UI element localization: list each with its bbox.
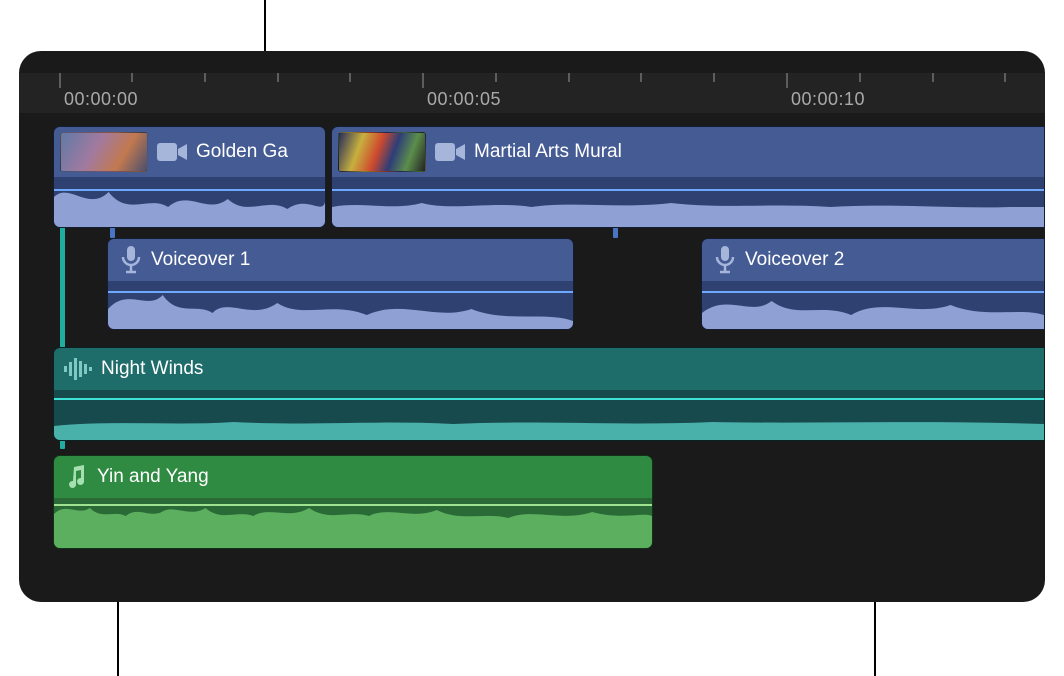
- waveform: [332, 177, 1044, 227]
- clip-label: Yin and Yang: [97, 466, 209, 488]
- voiceover-clip-1[interactable]: Voiceover 1: [107, 238, 574, 330]
- mic-icon: [714, 246, 736, 274]
- video-clip-1[interactable]: Golden Ga: [53, 126, 326, 228]
- callout-line-top: [264, 0, 266, 52]
- clip-label: Golden Ga: [196, 141, 288, 163]
- clip-thumbnail: [338, 132, 426, 172]
- clip-label: Martial Arts Mural: [474, 141, 622, 163]
- sound-bars-icon: [64, 358, 92, 380]
- music-clip[interactable]: Yin and Yang: [53, 455, 653, 549]
- camera-icon: [435, 141, 465, 163]
- voiceover-clip-2[interactable]: Voiceover 2: [701, 238, 1045, 330]
- ruler-tick-label: 00:00:05: [427, 89, 501, 110]
- video-clip-2[interactable]: Martial Arts Mural: [331, 126, 1045, 228]
- sound-effect-clip[interactable]: Night Winds: [53, 347, 1045, 441]
- waveform: [54, 177, 325, 227]
- waveform: [108, 281, 573, 329]
- clip-label: Voiceover 1: [151, 249, 250, 271]
- ruler-tick-label: 00:00:00: [64, 89, 138, 110]
- ruler-tick-label: 00:00:10: [791, 89, 865, 110]
- timeline-frame: 00:00:00 00:00:05 00:00:10 Golden Ga: [19, 51, 1045, 602]
- music-note-icon: [66, 465, 88, 489]
- clip-thumbnail: [60, 132, 148, 172]
- waveform: [702, 281, 1044, 329]
- callout-line-bottom-left: [117, 596, 119, 676]
- clip-label: Night Winds: [101, 358, 203, 380]
- mic-icon: [120, 246, 142, 274]
- camera-icon: [157, 141, 187, 163]
- clip-label: Voiceover 2: [745, 249, 844, 271]
- time-ruler[interactable]: 00:00:00 00:00:05 00:00:10: [19, 73, 1045, 113]
